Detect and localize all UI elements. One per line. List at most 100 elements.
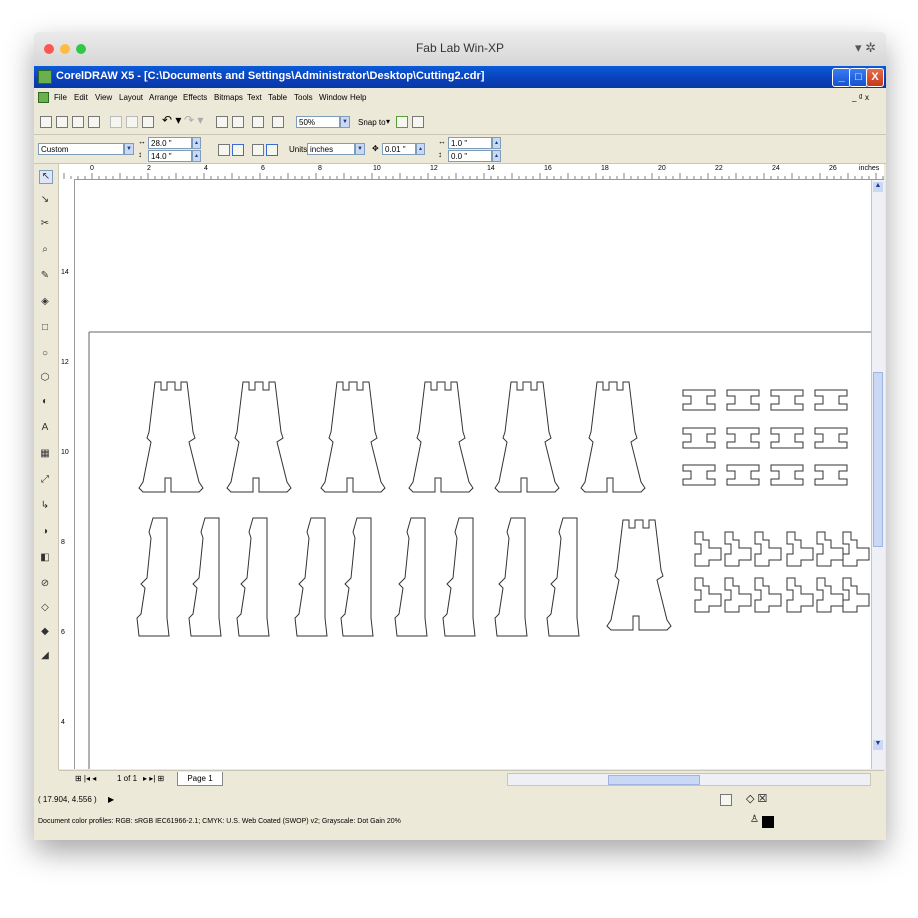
- freehand-tool-icon[interactable]: ✎: [39, 270, 51, 282]
- mac-titlebar: Fab Lab Win-XP ▾ ✲: [34, 32, 886, 67]
- duplicate-y-spinner[interactable]: ▴: [492, 150, 501, 162]
- vscroll-thumb[interactable]: [873, 372, 883, 547]
- save-icon[interactable]: [72, 116, 84, 128]
- fill-indicator-icon[interactable]: ◇ ☒: [746, 792, 767, 805]
- width-spinner[interactable]: ▴: [192, 137, 201, 149]
- menu-view[interactable]: View: [95, 93, 112, 102]
- zoom-dropdown[interactable]: ▼: [340, 116, 350, 128]
- menu-text[interactable]: Text: [247, 93, 262, 102]
- gear-icon[interactable]: ▾ ✲: [855, 40, 876, 56]
- page-preset-field[interactable]: Custom: [38, 143, 124, 155]
- portrait-icon[interactable]: [218, 144, 230, 156]
- align-icon[interactable]: [412, 116, 424, 128]
- zoom-field[interactable]: 50%: [296, 116, 340, 128]
- crop-tool-icon[interactable]: ✂: [39, 218, 51, 230]
- snap-dropdown-icon[interactable]: ▾: [386, 117, 390, 126]
- menu-effects[interactable]: Effects: [183, 93, 207, 102]
- blend-tool-icon[interactable]: ◑: [39, 526, 51, 538]
- horizontal-scrollbar[interactable]: [507, 773, 871, 786]
- menu-help[interactable]: Help: [350, 93, 366, 102]
- next-page-icon[interactable]: ▸ ▸| ⊞: [143, 774, 164, 783]
- scroll-up-icon[interactable]: ▲: [873, 182, 883, 192]
- hscroll-thumb[interactable]: [608, 775, 700, 785]
- open-icon[interactable]: [56, 116, 68, 128]
- units-dropdown[interactable]: ▼: [355, 143, 365, 155]
- menu-tools[interactable]: Tools: [294, 93, 313, 102]
- ellipse-tool-icon[interactable]: ○: [39, 348, 51, 360]
- options-icon[interactable]: [396, 116, 408, 128]
- connector-tool-icon[interactable]: ↳: [39, 500, 51, 512]
- nudge-field[interactable]: 0.01 ": [382, 143, 416, 155]
- paste-icon[interactable]: [142, 116, 154, 128]
- connector-part: [814, 464, 848, 486]
- first-page-icon[interactable]: ⊞ |◂ ◂: [75, 774, 96, 783]
- dimension-tool-icon[interactable]: ⤢: [39, 474, 51, 486]
- height-spinner[interactable]: ▴: [192, 150, 201, 162]
- menu-layout[interactable]: Layout: [119, 93, 143, 102]
- vertical-scrollbar[interactable]: ▲ ▼: [871, 180, 885, 769]
- nudge-spinner[interactable]: ▴: [416, 143, 425, 155]
- undo-icon[interactable]: ↶ ▾: [162, 113, 181, 127]
- duplicate-y-field[interactable]: 0.0 ": [448, 150, 492, 162]
- fill-tool-icon[interactable]: ◆: [39, 626, 51, 638]
- vertical-ruler[interactable]: 14 12 10 8 6 4: [59, 179, 75, 769]
- eyedropper-tool-icon[interactable]: ⊘: [39, 578, 51, 590]
- connector-part: [682, 427, 716, 449]
- app-launcher-icon[interactable]: [252, 116, 264, 128]
- menu-edit[interactable]: Edit: [74, 93, 88, 102]
- outline-indicator-icon[interactable]: ♙: [750, 814, 759, 825]
- step-part: [754, 531, 782, 567]
- new-icon[interactable]: [40, 116, 52, 128]
- doc-window-controls[interactable]: _ ₫ x: [852, 93, 869, 102]
- all-pages-icon[interactable]: [252, 144, 264, 156]
- page-preset-dropdown[interactable]: ▼: [124, 143, 134, 155]
- rectangle-tool-icon[interactable]: □: [39, 322, 51, 334]
- close-button[interactable]: X: [866, 68, 884, 87]
- text-tool-icon[interactable]: A: [39, 422, 51, 434]
- ruler-label: 10: [61, 449, 69, 456]
- transparency-tool-icon[interactable]: ◧: [39, 552, 51, 564]
- shape-tool-icon[interactable]: ↘: [39, 194, 51, 206]
- print-icon[interactable]: [88, 116, 100, 128]
- scroll-down-icon[interactable]: ▼: [873, 740, 883, 750]
- trapezoid-part: [320, 381, 386, 493]
- smart-fill-icon[interactable]: ◈: [39, 296, 51, 308]
- drawing-canvas[interactable]: [75, 180, 871, 769]
- copy-icon[interactable]: [126, 116, 138, 128]
- step-part: [694, 577, 722, 613]
- status-expand-icon[interactable]: ▶: [108, 795, 114, 804]
- duplicate-x-field[interactable]: 1.0 ": [448, 137, 492, 149]
- current-page-icon[interactable]: [266, 144, 278, 156]
- redo-icon[interactable]: ↷ ▾: [184, 113, 203, 127]
- export-icon[interactable]: [232, 116, 244, 128]
- snap-to-button[interactable]: Snap to: [358, 118, 386, 127]
- polygon-tool-icon[interactable]: ⬡: [39, 372, 51, 384]
- landscape-icon[interactable]: [232, 144, 244, 156]
- menu-bitmaps[interactable]: Bitmaps: [214, 93, 243, 102]
- basic-shapes-icon[interactable]: ◐: [39, 396, 51, 408]
- zoom-tool-icon[interactable]: ⌕: [39, 244, 51, 256]
- menu-arrange[interactable]: Arrange: [149, 93, 177, 102]
- duplicate-x-spinner[interactable]: ▴: [492, 137, 501, 149]
- units-field[interactable]: inches: [307, 143, 355, 155]
- pick-tool-icon[interactable]: ↖: [39, 170, 53, 184]
- horizontal-ruler[interactable]: 0 2 4 6 8 10 12 14 16 18 20 22 24 26 inc…: [59, 164, 884, 180]
- cut-parts-drawing: [88, 331, 871, 769]
- coreldraw-icon: [38, 70, 52, 84]
- interactive-fill-icon[interactable]: ◢: [39, 650, 51, 662]
- cut-icon[interactable]: [110, 116, 122, 128]
- table-tool-icon[interactable]: ▦: [39, 448, 51, 460]
- outline-tool-icon[interactable]: ◇: [39, 602, 51, 614]
- menu-table[interactable]: Table: [268, 93, 287, 102]
- height-field[interactable]: 14.0 ": [148, 150, 192, 162]
- import-icon[interactable]: [216, 116, 228, 128]
- color-profiles[interactable]: Document color profiles: RGB: sRGB IEC61…: [38, 818, 401, 825]
- menu-file[interactable]: File: [54, 93, 67, 102]
- page-tab[interactable]: Page 1: [177, 772, 223, 786]
- outline-color-swatch[interactable]: [762, 816, 774, 828]
- width-field[interactable]: 28.0 ": [148, 137, 192, 149]
- menu-window[interactable]: Window: [319, 93, 347, 102]
- welcome-screen-icon[interactable]: [272, 116, 284, 128]
- step-part: [754, 577, 782, 613]
- color-proof-icon[interactable]: [720, 794, 732, 806]
